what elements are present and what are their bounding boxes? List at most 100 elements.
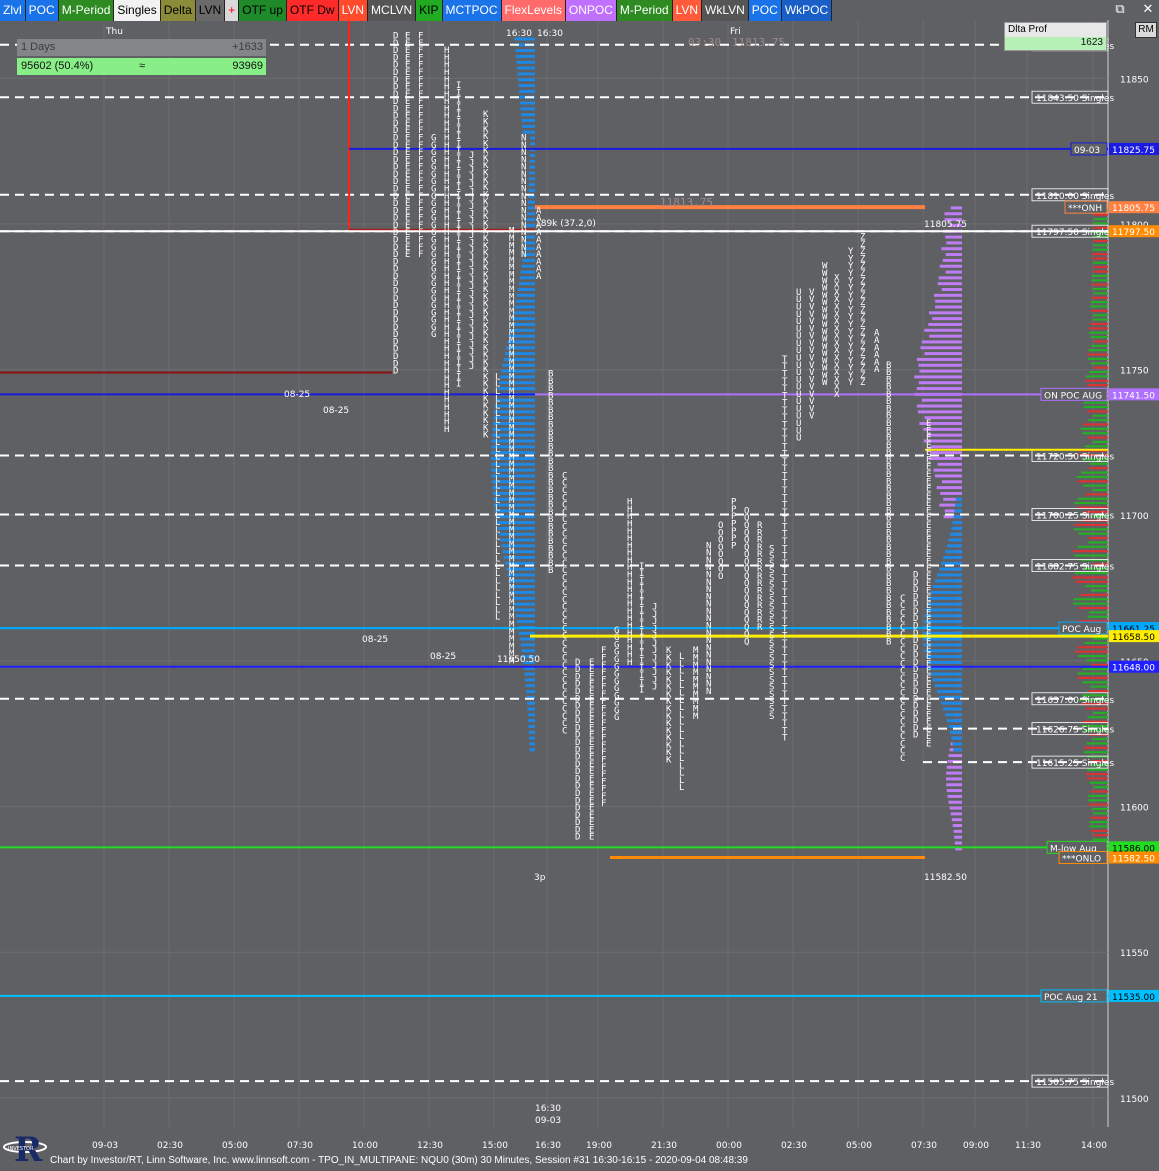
x-tick-4: 10:00 xyxy=(352,1141,378,1151)
toolbar-button-otf-up-7[interactable]: OTF up xyxy=(239,0,287,21)
rm-button[interactable]: RM xyxy=(1135,22,1157,38)
tpo-column-W-33: WWWWWWWWWWWWWWWWW xyxy=(822,262,828,389)
toolbar-button-flexlevels-13[interactable]: FlexLevels xyxy=(501,0,566,21)
blue-on-profile-bar xyxy=(945,713,962,717)
toolbar-button-kip-11[interactable]: KIP xyxy=(416,0,443,21)
tpo-column-C-39: CCCCCCCCCCCCCCCCCCCCCCC xyxy=(900,594,905,764)
delta-histogram-bar xyxy=(1093,340,1108,343)
tpo-column-D-40: DDDDDDDDDDDDDDDDDDDDDDD xyxy=(913,571,918,741)
tpo-column-L-8: LLLLLLLLLLLLLLLLLLLLLLLLLLLLLLLLLL xyxy=(495,372,500,622)
close-window-icon[interactable]: ✕ xyxy=(1141,2,1155,17)
delta-histogram-bar xyxy=(1092,440,1108,443)
blue-profile-bar xyxy=(512,596,535,600)
toolbar-button-singles-3[interactable]: Singles xyxy=(114,0,161,21)
purple-profile-bar xyxy=(953,829,962,833)
top-price-label: 11813.75 xyxy=(732,36,785,49)
delta-histogram-bar xyxy=(1092,414,1108,417)
tpo-letter: D xyxy=(575,833,580,843)
tpo-letter: W xyxy=(822,378,828,388)
delta-histogram-bar xyxy=(1073,598,1108,601)
blue-on-profile-bar xyxy=(953,515,962,519)
delta-histogram-bar xyxy=(1085,773,1108,776)
tpo-letter: T xyxy=(782,734,788,744)
delta-histogram-bar xyxy=(1092,637,1108,640)
blue-on-profile-bar xyxy=(954,509,962,513)
tpo-letter: H xyxy=(444,425,449,435)
delta-histogram-bar xyxy=(1093,266,1108,269)
delta-histogram-bar xyxy=(1080,593,1108,596)
delta-histogram-bar xyxy=(1081,471,1108,474)
toolbar-button-mclvn-10[interactable]: MCLVN xyxy=(368,0,417,21)
delta-histogram-bar xyxy=(1091,344,1108,347)
delta-histogram-bar xyxy=(1087,353,1108,356)
toolbar-button-mctpoc-12[interactable]: MCTPOC xyxy=(442,0,502,21)
toolbar-button-wkpoc-19[interactable]: WkPOC xyxy=(781,0,833,21)
volume-value: 95602 (50.4%) xyxy=(21,60,94,72)
toolbar-button-onpoc-14[interactable]: ONPOC xyxy=(565,0,617,21)
toolbar-button-lvn-16[interactable]: LVN xyxy=(672,0,703,21)
purple-profile-bar xyxy=(919,369,962,373)
blue-profile-bar xyxy=(527,206,535,210)
toolbar-button-lvn-5[interactable]: LVN xyxy=(195,0,226,21)
delta-histogram-bar xyxy=(1093,292,1108,295)
toolbar-button-poc-18[interactable]: POC xyxy=(748,0,782,21)
tpo-chart[interactable]: 11861.50 Singles11843.50 Singles11810.00… xyxy=(0,0,1159,1169)
blue-on-profile-bar xyxy=(946,719,962,723)
marker-0825-a: 08-25 xyxy=(284,390,310,400)
blue-profile-bar xyxy=(521,649,535,653)
purple-profile-bar xyxy=(951,818,962,822)
delta-histogram-bar xyxy=(1089,467,1108,470)
delta-histogram-bar xyxy=(1084,641,1108,644)
toolbar-button-otf-dw-8[interactable]: OTF Dw xyxy=(286,0,339,21)
blue-profile-bar xyxy=(497,526,535,530)
delta-histogram-bar xyxy=(1091,663,1108,666)
toolbar-button-m-period-15[interactable]: M-Period xyxy=(616,0,673,21)
blue-profile-bar xyxy=(515,299,535,303)
delta-histogram-bar xyxy=(1083,484,1108,487)
toolbar-button---6[interactable]: + xyxy=(225,0,240,21)
level-tag-4: POC Aug xyxy=(1062,625,1101,635)
blue-profile-bar xyxy=(527,212,535,216)
toolbar-button-poc-1[interactable]: POC xyxy=(25,0,59,21)
restore-window-icon[interactable]: ⧉ xyxy=(1113,2,1127,17)
toolbar-button-lvn-9[interactable]: LVN xyxy=(338,0,369,21)
x-tick-14: 09:00 xyxy=(963,1141,989,1151)
delta-histogram-bar xyxy=(1093,711,1108,714)
x-tick-12: 05:00 xyxy=(846,1141,872,1151)
delta-histogram-bar xyxy=(1093,222,1108,225)
delta-histogram-bar xyxy=(1090,829,1108,832)
delta-profile-panel[interactable]: Dlta Prof 1623 xyxy=(1004,22,1107,51)
marker-0825-d: 08-25 xyxy=(430,652,456,662)
toolbar-button-zlvl-0[interactable]: Zlvl xyxy=(0,0,26,21)
delta-histogram-bar xyxy=(1091,279,1108,282)
tpo-letter: E xyxy=(926,739,931,749)
delta-histogram-bar xyxy=(1087,357,1108,360)
delta-histogram-bar xyxy=(1087,615,1108,618)
purple-profile-bar xyxy=(934,474,962,478)
days-delta: +1633 xyxy=(232,41,263,53)
tpo-column-F-2: FFFFFFFFFFFFFFFFFFFFFFFFFFFFFFF xyxy=(418,32,423,260)
tpo-letter: C xyxy=(900,754,905,764)
purple-profile-bar xyxy=(946,241,962,245)
blue-on-profile-bar xyxy=(941,701,962,705)
blue-on-profile-bar xyxy=(949,532,962,536)
toolbar-button-wklvn-17[interactable]: WkLVN xyxy=(702,0,749,21)
delta-histogram-bar xyxy=(1076,475,1108,478)
tpo-column-P-26: PPPPPPP xyxy=(731,498,737,552)
purple-profile-bar xyxy=(918,381,962,385)
blue-profile-bar xyxy=(495,404,535,408)
y-tick-0: 11850 xyxy=(1120,75,1149,85)
tpo-letter: U xyxy=(796,434,801,444)
purple-profile-bar xyxy=(948,754,962,758)
tpo-column-L-22: LLLLLLLLLLLLLLLLLLL xyxy=(679,652,684,793)
tpo-column-T-30: TTTTTTTTTTTTTTTTTTTTTTTTTTTTTTTTTTTTTTTT… xyxy=(782,355,788,744)
toolbar-button-delta-4[interactable]: Delta xyxy=(160,0,196,21)
blue-on-profile-bar xyxy=(930,672,962,676)
blue-profile-bar xyxy=(521,264,535,268)
toolbar-button-m-period-2[interactable]: M-Period xyxy=(58,0,115,21)
delta-histogram-bar xyxy=(1088,331,1108,334)
tpo-column-G-17: GGGGGGGGGGGGG xyxy=(614,626,619,723)
delta-histogram-bar xyxy=(1080,427,1108,430)
singles-label-3: 11797.50 Singles xyxy=(1036,228,1114,238)
blue-on-profile-bar xyxy=(932,585,962,589)
